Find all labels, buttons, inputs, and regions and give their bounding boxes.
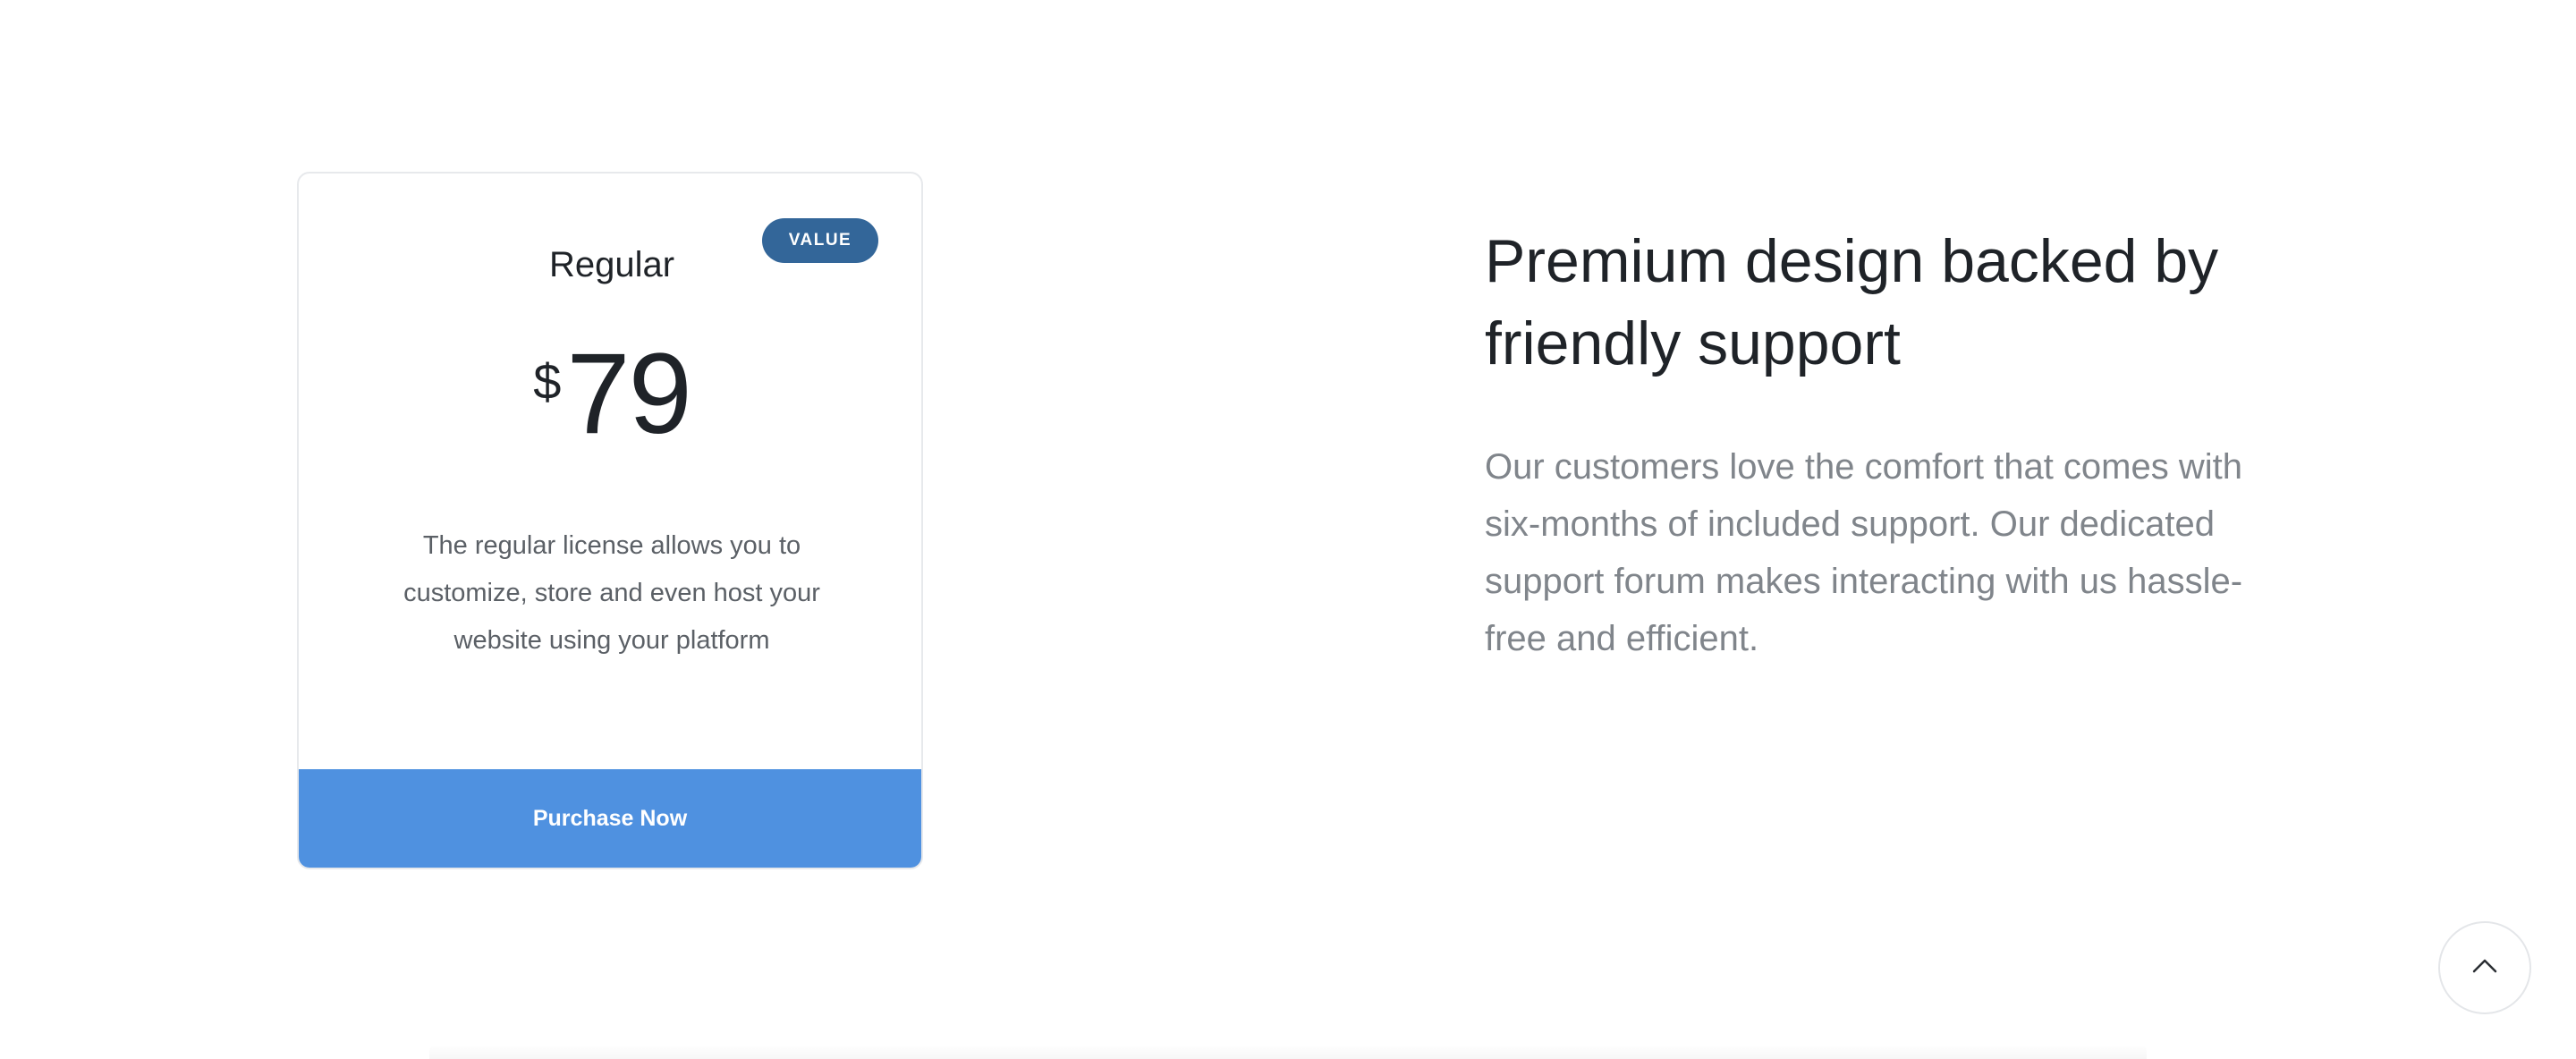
scroll-to-top-button[interactable] [2438,921,2531,1014]
price: $ 79 [299,330,921,458]
chevron-up-icon [2471,958,2498,979]
feature-text: Our customers love the comfort that come… [1485,447,2243,658]
price-currency: $ [533,353,562,410]
page: VALUE Regular $ 79 The regular license a… [0,0,2576,1059]
price-amount: 79 [566,330,691,458]
feature-heading: Premium design backed by friendly suppor… [1485,227,2219,377]
pricing-card: VALUE Regular $ 79 The regular license a… [297,172,923,869]
plan-description: The regular license allows you to custom… [403,531,820,655]
plan-name: Regular [548,245,675,284]
purchase-now-button[interactable]: Purchase Now [299,769,921,868]
feature-block: Premium design backed by friendly suppor… [1485,220,2290,667]
section-divider-shadow [429,1045,2147,1059]
